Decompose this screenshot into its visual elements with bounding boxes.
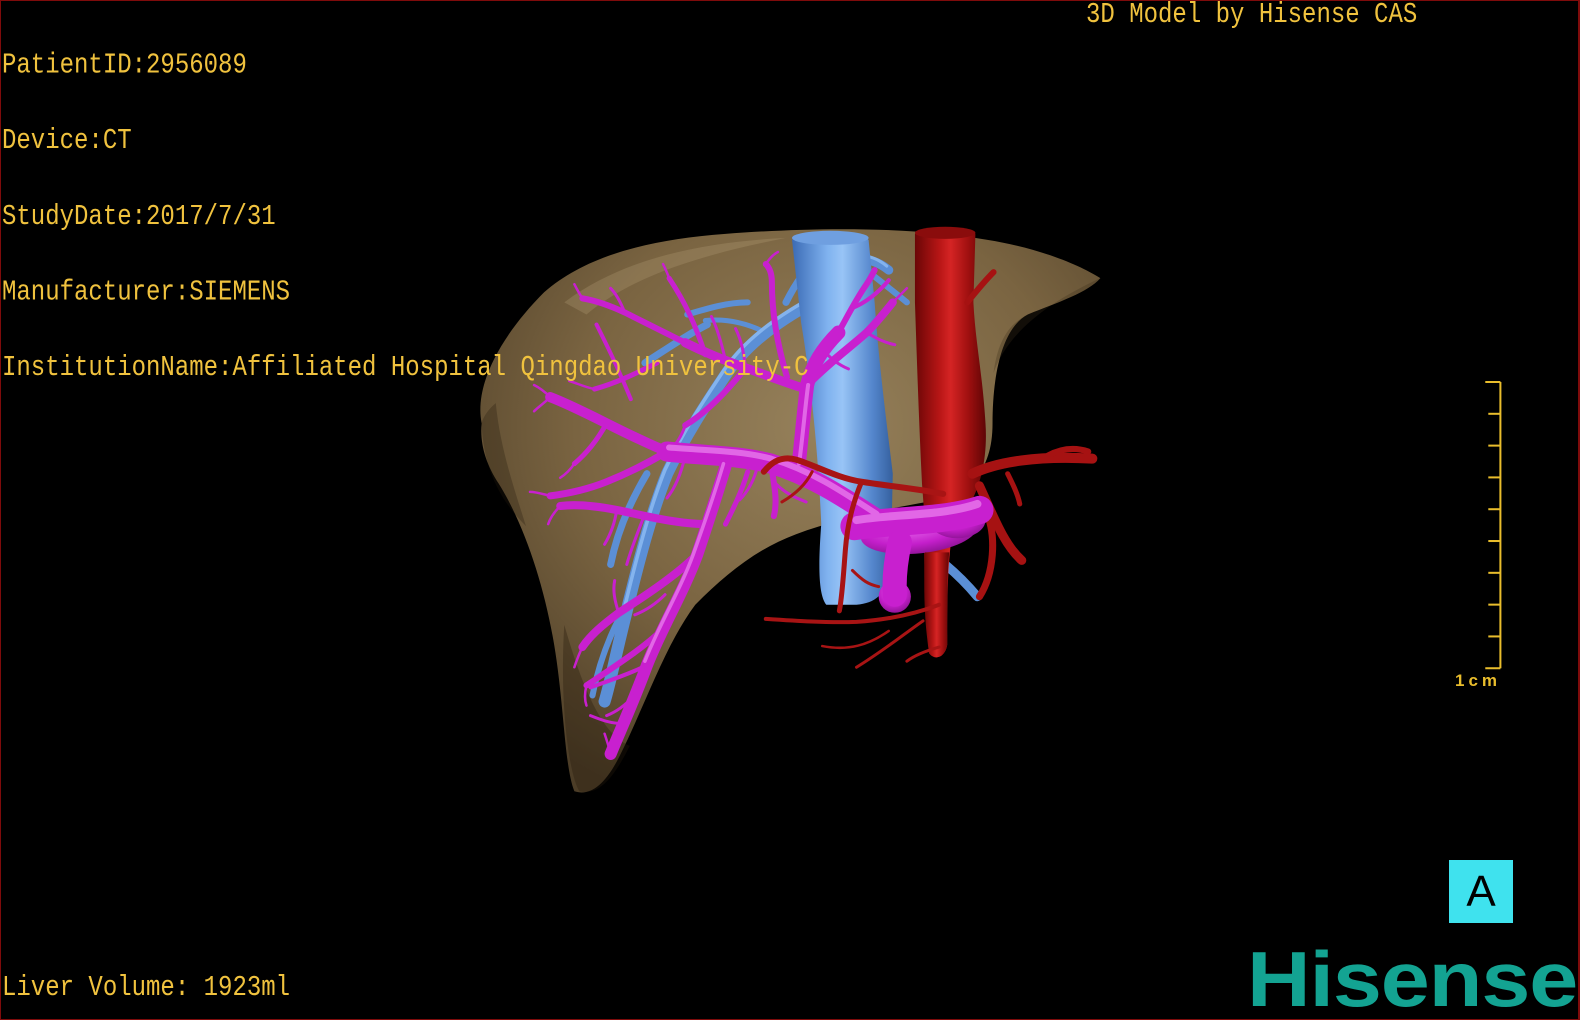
aorta-top-cap: [914, 226, 976, 239]
hisense-logo: Hisense: [1246, 935, 1578, 1020]
liver-volume-readout: Liver Volume: 1923ml: [2, 974, 290, 1003]
model-caption: 3D Model by Hisense CAS: [1086, 0, 1418, 32]
liver-volume-label: Liver Volume:: [2, 972, 190, 1005]
artery-branch: [1005, 471, 1023, 507]
hepatic-artery-branch: [820, 629, 891, 650]
device-line: Device:CT: [2, 127, 809, 156]
hepatic-vein-branch: [940, 559, 982, 602]
patient-info-overlay: PatientID:2956089 Device:CT StudyDate:20…: [2, 3, 809, 431]
patient-id-value: 2956089: [146, 49, 247, 83]
liver-volume-value: 1923ml: [203, 972, 291, 1005]
device-value: CT: [102, 125, 132, 158]
manufacturer-value: SIEMENS: [189, 276, 291, 309]
institution-value: Affiliated Hospital Qingdao University-C: [232, 352, 809, 385]
patient-id-label: PatientID:: [2, 49, 147, 83]
orientation-cube[interactable]: A: [1449, 860, 1513, 923]
manufacturer-label: Manufacturer:: [2, 276, 190, 309]
artery-branch: [967, 452, 1098, 479]
portal-vein-branch: [882, 530, 912, 607]
portal-vein-branch: [583, 684, 588, 707]
device-label: Device:: [2, 125, 103, 158]
institution-line: InstitutionName:Affiliated Hospital Qing…: [2, 354, 809, 383]
orientation-cube-label: A: [1466, 867, 1496, 916]
hepatic-artery-branch: [763, 602, 942, 625]
manufacturer-line: Manufacturer:SIEMENS: [2, 278, 809, 307]
institution-label: InstitutionName:: [2, 352, 233, 385]
ct-3d-viewer: PatientID:2956089 Device:CT StudyDate:20…: [0, 0, 1580, 1020]
study-date-line: StudyDate:2017/7/31: [2, 203, 809, 232]
patient-id-line: PatientID:2956089: [2, 52, 809, 81]
study-date-label: StudyDate:: [2, 201, 147, 234]
scale-bar: [1485, 380, 1502, 670]
study-date-value: 2017/7/31: [146, 201, 276, 234]
scale-bar-label: 1cm: [1455, 671, 1502, 690]
